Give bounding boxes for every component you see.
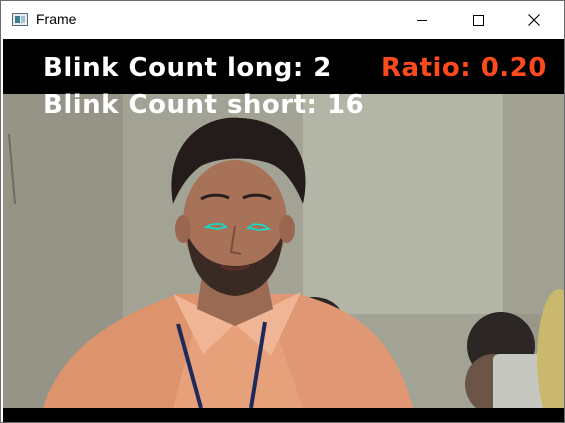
maximize-button[interactable] <box>455 1 501 39</box>
maximize-icon <box>472 14 484 26</box>
blink-count-long-label: Blink Count long: 2 <box>43 53 332 83</box>
close-icon <box>528 14 540 26</box>
title-bar[interactable]: Frame <box>1 1 564 39</box>
app-icon <box>12 13 28 26</box>
minimize-button[interactable] <box>399 1 445 39</box>
person-image <box>3 94 564 408</box>
camera-image <box>3 94 564 408</box>
close-button[interactable] <box>511 1 557 39</box>
window-title: Frame <box>36 11 77 27</box>
minimize-icon <box>417 19 427 21</box>
video-frame: Blink Count long: 2 Ratio: 0.20 Blink Co… <box>3 39 564 422</box>
blink-count-short-label: Blink Count short: 16 <box>43 90 365 120</box>
app-window: Frame Blink Count long: 2 Ratio: 0.20 Bl… <box>0 0 565 423</box>
ratio-label: Ratio: 0.20 <box>381 53 547 83</box>
